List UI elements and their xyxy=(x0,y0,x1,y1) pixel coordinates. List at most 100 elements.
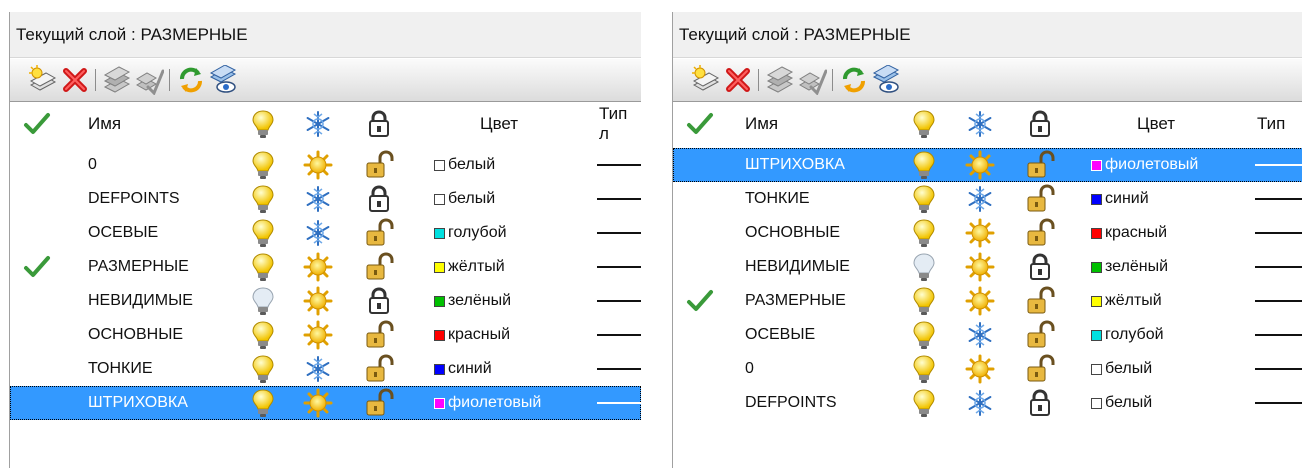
snowflake-icon[interactable] xyxy=(303,184,333,214)
layer-row[interactable]: ОСНОВНЫЕ красный xyxy=(673,216,1302,250)
bulb-on-icon[interactable] xyxy=(909,388,939,418)
linetype-continuous-line[interactable] xyxy=(1255,402,1302,404)
set-current-icon[interactable] xyxy=(765,65,795,95)
layer-row[interactable]: РАЗМЕРНЫЕ жёлтый xyxy=(10,250,641,284)
lock-open-icon[interactable] xyxy=(364,218,394,248)
layer-row[interactable]: ОСНОВНЫЕ красный xyxy=(10,318,641,352)
bulb-on-icon[interactable] xyxy=(909,286,939,316)
linetype-continuous-line[interactable] xyxy=(597,368,641,370)
layer-color[interactable]: голубой xyxy=(434,216,507,250)
layer-color[interactable]: зелёный xyxy=(1091,250,1168,284)
lock-open-icon[interactable] xyxy=(364,388,394,418)
lock-open-icon[interactable] xyxy=(1025,320,1055,350)
lock-open-icon[interactable] xyxy=(364,150,394,180)
delete-layer-icon[interactable] xyxy=(60,65,90,95)
new-layer-icon[interactable] xyxy=(28,65,58,95)
snowflake-icon[interactable] xyxy=(303,218,333,248)
layer-color[interactable]: синий xyxy=(434,352,492,386)
lock-open-icon[interactable] xyxy=(364,354,394,384)
sun-icon[interactable] xyxy=(965,150,995,180)
layer-color[interactable]: зелёный xyxy=(434,284,511,318)
lock-open-icon[interactable] xyxy=(1025,286,1055,316)
layer-color[interactable]: белый xyxy=(434,148,495,182)
linetype-continuous-line[interactable] xyxy=(597,164,641,166)
lock-open-icon[interactable] xyxy=(1025,218,1055,248)
lock-closed-icon[interactable] xyxy=(1025,388,1055,418)
current-column-check-icon[interactable] xyxy=(685,109,715,139)
column-header-name[interactable]: Имя xyxy=(745,102,778,146)
layer-color[interactable]: жёлтый xyxy=(1091,284,1162,318)
sun-icon[interactable] xyxy=(303,150,333,180)
column-header-name[interactable]: Имя xyxy=(88,102,121,146)
layer-color[interactable]: белый xyxy=(434,182,495,216)
sun-icon[interactable] xyxy=(965,286,995,316)
layer-states-icon[interactable] xyxy=(208,64,238,95)
layer-row[interactable]: ШТРИХОВКА фиолетовый xyxy=(10,386,641,420)
bulb-off-icon[interactable] xyxy=(248,286,278,316)
column-header-lock-icon[interactable] xyxy=(364,109,394,139)
bulb-on-icon[interactable] xyxy=(909,354,939,384)
linetype-continuous-line[interactable] xyxy=(597,402,641,404)
lock-open-icon[interactable] xyxy=(364,252,394,282)
layer-color[interactable]: голубой xyxy=(1091,318,1164,352)
column-header-on-bulb-icon[interactable] xyxy=(248,109,278,139)
refresh-icon[interactable] xyxy=(839,65,869,95)
sun-icon[interactable] xyxy=(303,388,333,418)
linetype-continuous-line[interactable] xyxy=(1255,164,1302,166)
sun-icon[interactable] xyxy=(303,252,333,282)
layer-row[interactable]: ОСЕВЫЕ голубой xyxy=(673,318,1302,352)
column-header-freeze-snowflake-icon[interactable] xyxy=(965,109,995,139)
lock-open-icon[interactable] xyxy=(1025,150,1055,180)
layer-row[interactable]: НЕВИДИМЫЕ зелёный xyxy=(673,250,1302,284)
layer-row[interactable]: ТОНКИЕ синий xyxy=(10,352,641,386)
bulb-on-icon[interactable] xyxy=(248,184,278,214)
snowflake-icon[interactable] xyxy=(965,388,995,418)
layer-row[interactable]: 0 белый xyxy=(10,148,641,182)
layer-color[interactable]: белый xyxy=(1091,386,1152,420)
column-header-lock-icon[interactable] xyxy=(1025,109,1055,139)
layer-color[interactable]: красный xyxy=(434,318,510,352)
lock-closed-icon[interactable] xyxy=(364,286,394,316)
column-header-color[interactable]: Цвет xyxy=(480,102,518,146)
layer-states-icon[interactable] xyxy=(871,64,901,95)
layer-color[interactable]: красный xyxy=(1091,216,1167,250)
isolate-icon[interactable] xyxy=(134,65,165,96)
sun-icon[interactable] xyxy=(965,252,995,282)
lock-open-icon[interactable] xyxy=(1025,354,1055,384)
sun-icon[interactable] xyxy=(965,354,995,384)
bulb-on-icon[interactable] xyxy=(248,354,278,384)
bulb-off-icon[interactable] xyxy=(909,252,939,282)
refresh-icon[interactable] xyxy=(176,65,206,95)
bulb-on-icon[interactable] xyxy=(909,218,939,248)
layer-row[interactable]: ОСЕВЫЕ голубой xyxy=(10,216,641,250)
lock-closed-icon[interactable] xyxy=(1025,252,1055,282)
lock-open-icon[interactable] xyxy=(1025,184,1055,214)
layer-color[interactable]: фиолетовый xyxy=(1091,148,1198,182)
column-header-color[interactable]: Цвет xyxy=(1137,102,1175,146)
linetype-continuous-line[interactable] xyxy=(1255,368,1302,370)
layer-row[interactable]: DEFPOINTS белый xyxy=(10,182,641,216)
snowflake-icon[interactable] xyxy=(303,354,333,384)
current-column-check-icon[interactable] xyxy=(22,109,52,139)
isolate-icon[interactable] xyxy=(797,65,828,96)
layer-row[interactable]: РАЗМЕРНЫЕ жёлтый xyxy=(673,284,1302,318)
bulb-on-icon[interactable] xyxy=(909,320,939,350)
layer-color[interactable]: жёлтый xyxy=(434,250,505,284)
layer-row[interactable]: 0 белый xyxy=(673,352,1302,386)
sun-icon[interactable] xyxy=(303,320,333,350)
linetype-continuous-line[interactable] xyxy=(597,198,641,200)
layer-row[interactable]: ШТРИХОВКА фиолетовый xyxy=(673,148,1302,182)
snowflake-icon[interactable] xyxy=(965,320,995,350)
bulb-on-icon[interactable] xyxy=(248,150,278,180)
lock-open-icon[interactable] xyxy=(364,320,394,350)
column-header-linetype[interactable]: Тип xyxy=(1257,102,1285,146)
sun-icon[interactable] xyxy=(965,218,995,248)
linetype-continuous-line[interactable] xyxy=(1255,266,1302,268)
linetype-continuous-line[interactable] xyxy=(1255,198,1302,200)
layer-row[interactable]: НЕВИДИМЫЕ зелёный xyxy=(10,284,641,318)
layer-color[interactable]: синий xyxy=(1091,182,1149,216)
linetype-continuous-line[interactable] xyxy=(597,334,641,336)
column-header-freeze-snowflake-icon[interactable] xyxy=(303,109,333,139)
snowflake-icon[interactable] xyxy=(965,184,995,214)
linetype-continuous-line[interactable] xyxy=(1255,232,1302,234)
